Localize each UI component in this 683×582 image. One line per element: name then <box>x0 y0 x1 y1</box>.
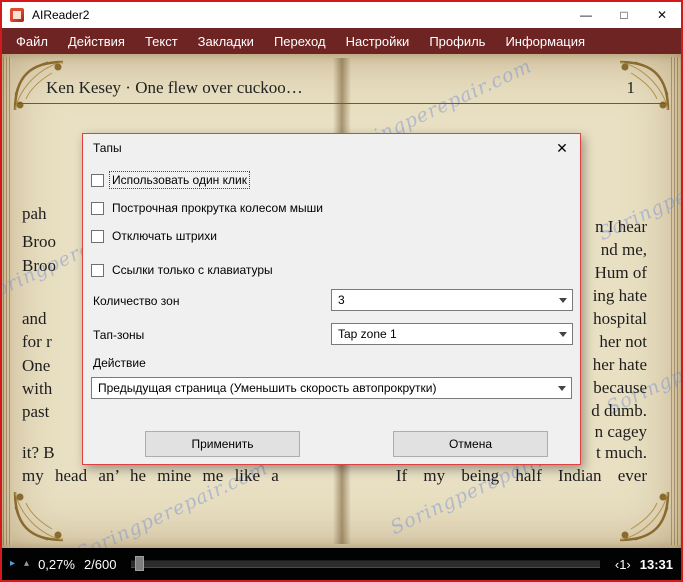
book-header: Ken Kesey · One flew over cuckoo… <box>46 78 303 97</box>
progress-percent: 0,27% <box>38 556 75 572</box>
corner-ornament-icon <box>619 60 670 111</box>
page-stack-left <box>3 57 12 545</box>
checkbox-label: Отключать штрихи <box>112 229 217 243</box>
menu-file[interactable]: Файл <box>6 28 58 54</box>
menu-info[interactable]: Информация <box>495 28 595 54</box>
chevron-down-icon[interactable] <box>554 290 572 310</box>
checkbox-label: Построчная прокрутка колесом мыши <box>112 201 323 215</box>
window-title: AIReader2 <box>32 8 90 22</box>
cancel-button[interactable]: Отмена <box>393 431 548 457</box>
chapter-indicator: ‹1› <box>614 556 631 572</box>
status-bar: ▸ ▴ 0,27% 2/600 ‹1› 13:31 <box>2 548 681 580</box>
book-text: n cagey <box>594 422 647 441</box>
checkbox-links-keyboard-only[interactable]: Ссылки только с клавиатуры <box>91 262 275 278</box>
progress-slider[interactable] <box>131 556 600 571</box>
page-stack-right <box>671 57 680 545</box>
menu-bar: Файл Действия Текст Закладки Переход Нас… <box>2 28 681 54</box>
chevron-down-icon[interactable] <box>554 324 572 344</box>
corner-ornament-icon <box>619 491 670 542</box>
book-text: One <box>22 356 51 375</box>
zones-count-label: Количество зон <box>93 294 180 308</box>
book-text: Hum of <box>594 263 647 282</box>
book-text: because <box>593 378 647 397</box>
maximize-button[interactable]: □ <box>605 2 643 28</box>
book-text: n I hear <box>595 217 647 236</box>
page-number: 1 <box>626 78 636 97</box>
checkbox-box[interactable] <box>91 173 104 187</box>
book-text: Broo <box>22 232 56 251</box>
tap-zones-select[interactable]: Tap zone 1 <box>331 323 573 345</box>
dialog-title: Тапы <box>93 141 122 155</box>
page-counter: 2/600 <box>83 556 117 572</box>
book-text: pah <box>22 204 47 223</box>
book-text: my head an’ he mine me like a <box>22 466 279 485</box>
taps-dialog: Тапы ✕ Использовать один клик Построчная… <box>82 133 581 465</box>
checkbox-label: Ссылки только с клавиатуры <box>112 263 273 277</box>
window-controls: — □ ✕ <box>567 2 681 28</box>
action-select[interactable]: Предыдущая страница (Уменьшить скорость … <box>91 377 572 399</box>
book-text: hospital <box>593 309 647 328</box>
checkbox-box[interactable] <box>91 201 104 215</box>
menu-text[interactable]: Текст <box>135 28 188 54</box>
app-icon <box>10 8 24 22</box>
book-text: Broo <box>22 256 56 275</box>
chevron-down-icon[interactable] <box>553 378 571 398</box>
checkbox-line-scroll-wheel[interactable]: Построчная прокрутка колесом мыши <box>91 200 325 216</box>
menu-profile[interactable]: Профиль <box>419 28 495 54</box>
book-text: t much. <box>596 443 647 462</box>
action-label: Действие <box>93 356 146 370</box>
book-text: for r <box>22 332 52 351</box>
slider-thumb[interactable] <box>135 556 145 571</box>
book-text: past <box>22 402 50 421</box>
status-marker-icon[interactable]: ▴ <box>24 559 29 569</box>
book-text: nd me, <box>600 240 647 259</box>
title-bar: AIReader2 — □ ✕ <box>2 2 681 28</box>
book-text: it? B <box>22 443 55 462</box>
book-text: and <box>22 309 47 328</box>
checkbox-box[interactable] <box>91 229 104 243</box>
checkbox-label: Использовать один клик <box>109 171 250 189</box>
header-rule <box>18 103 665 104</box>
book-text: her not <box>599 332 647 351</box>
dialog-close-icon[interactable]: ✕ <box>553 139 571 157</box>
minimize-button[interactable]: — <box>567 2 605 28</box>
menu-goto[interactable]: Переход <box>264 28 336 54</box>
book-text: d dumb. <box>591 401 647 420</box>
checkbox-single-click[interactable]: Использовать один клик <box>91 171 250 189</box>
tap-zones-label: Тап-зоны <box>93 328 145 342</box>
book-text: If my being half Indian ever <box>395 466 647 485</box>
checkbox-box[interactable] <box>91 263 104 277</box>
clock: 13:31 <box>639 556 673 572</box>
apply-button[interactable]: Применить <box>145 431 300 457</box>
action-value: Предыдущая страница (Уменьшить скорость … <box>98 381 437 395</box>
corner-ornament-icon <box>13 491 64 542</box>
book-text: with <box>22 379 53 398</box>
menu-bookmarks[interactable]: Закладки <box>188 28 264 54</box>
menu-settings[interactable]: Настройки <box>336 28 420 54</box>
zones-count-select[interactable]: 3 <box>331 289 573 311</box>
close-button[interactable]: ✕ <box>643 2 681 28</box>
menu-actions[interactable]: Действия <box>58 28 135 54</box>
book-text: ing hate <box>592 286 647 305</box>
status-marker-icon[interactable]: ▸ <box>10 559 15 569</box>
book-text: her hate <box>592 355 647 374</box>
zones-count-value: 3 <box>338 293 345 307</box>
tap-zones-value: Tap zone 1 <box>338 327 397 341</box>
checkbox-disable-strokes[interactable]: Отключать штрихи <box>91 228 219 244</box>
app-window: AIReader2 — □ ✕ Файл Действия Текст Закл… <box>0 0 683 582</box>
